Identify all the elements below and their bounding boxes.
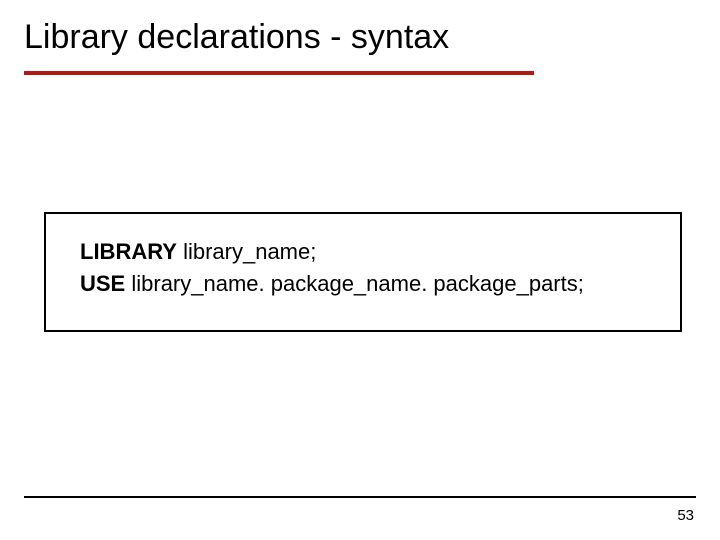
slide: Library declarations - syntax LIBRARY li…: [0, 0, 720, 540]
syntax-box: LIBRARY library_name; USE library_name. …: [44, 212, 682, 332]
keyword-library: LIBRARY: [80, 239, 177, 264]
page-number: 53: [677, 507, 694, 524]
code-line-1: LIBRARY library_name;: [80, 236, 660, 268]
footer-rule: [24, 496, 696, 498]
slide-title: Library declarations - syntax: [24, 18, 696, 69]
code-line-2: USE library_name. package_name. package_…: [80, 268, 660, 300]
title-underline: [24, 71, 534, 75]
code-rest-1: library_name;: [177, 239, 316, 264]
keyword-use: USE: [80, 271, 125, 296]
code-rest-2: library_name. package_name. package_part…: [125, 271, 584, 296]
